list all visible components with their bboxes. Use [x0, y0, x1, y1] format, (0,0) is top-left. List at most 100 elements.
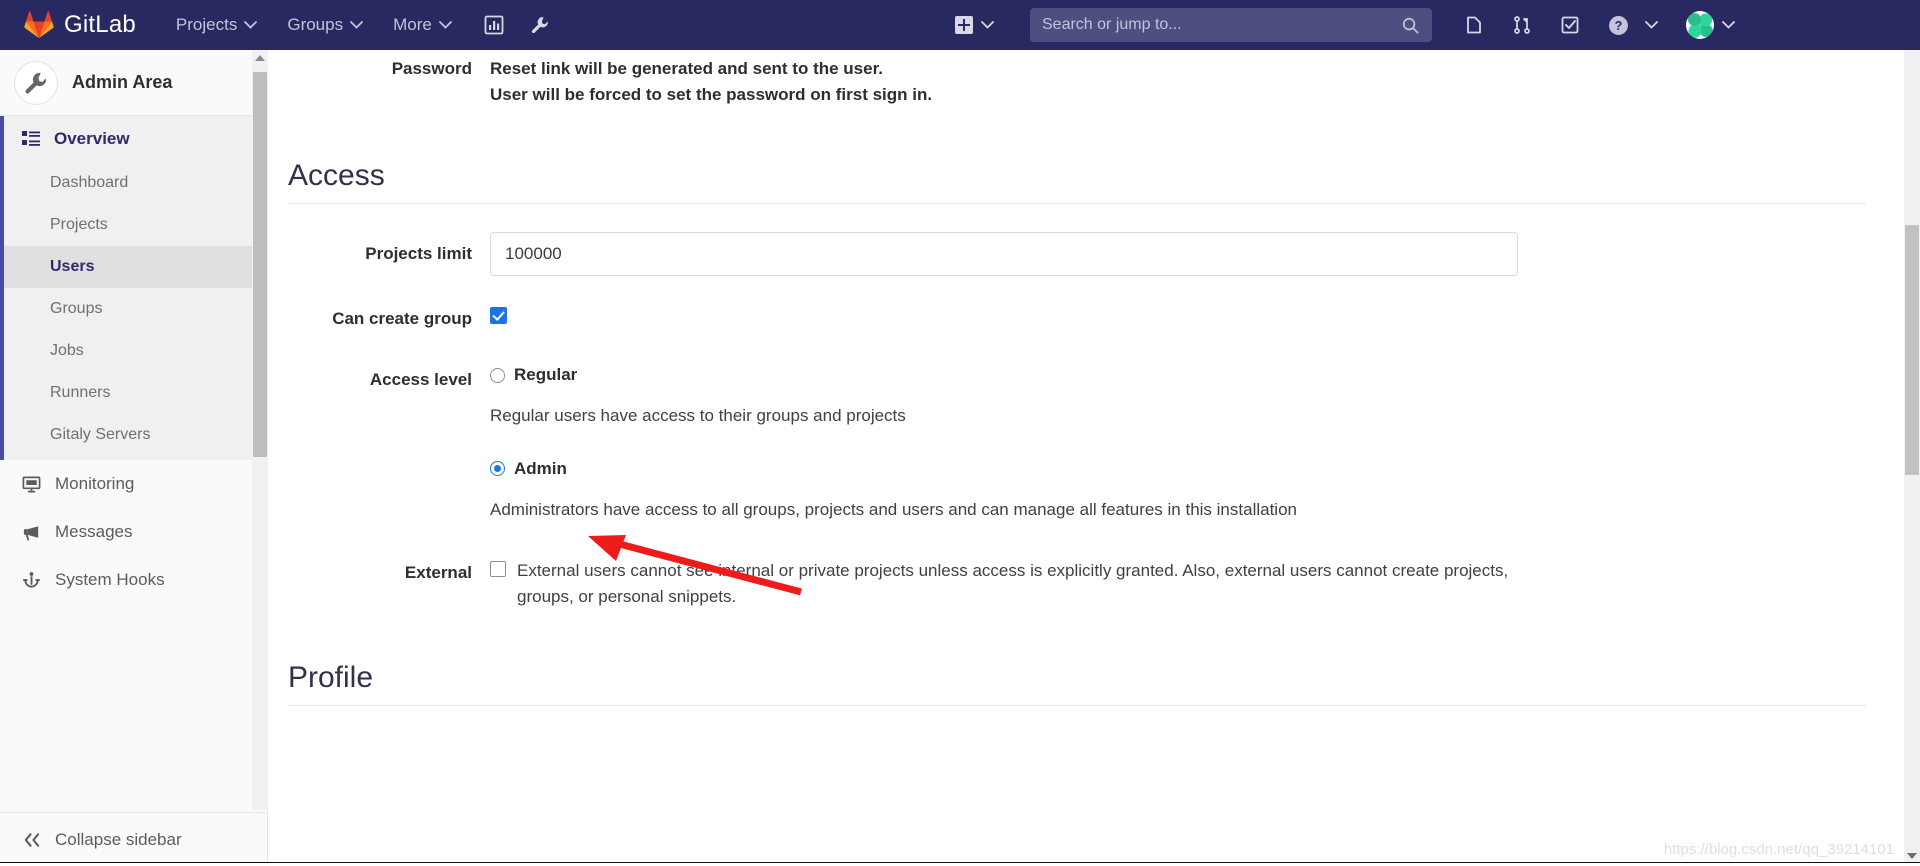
- sidebar-item-messages[interactable]: Messages: [0, 508, 267, 556]
- wrench-icon[interactable]: [530, 15, 550, 35]
- password-row: Password Reset link will be generated an…: [268, 56, 1904, 109]
- sidebar-item-system-hooks-label: System Hooks: [55, 570, 165, 589]
- external-checkbox[interactable]: [490, 561, 506, 578]
- radio-admin[interactable]: [490, 461, 505, 477]
- page-scrollbar[interactable]: [1904, 50, 1920, 866]
- sidebar-item-dashboard[interactable]: Dashboard: [4, 162, 267, 204]
- external-row: External External users cannot see inter…: [268, 558, 1904, 609]
- sidebar-scroll-up-button[interactable]: [252, 50, 268, 66]
- issues-board-icon[interactable]: [1464, 15, 1484, 35]
- navbar-right-area: Search or jump to... ?: [955, 0, 1735, 50]
- can-create-group-checkbox[interactable]: [490, 307, 507, 325]
- gitlab-tanuki-icon: [24, 11, 54, 39]
- user-menu[interactable]: [1686, 11, 1735, 39]
- sidebar-scrollbar-thumb[interactable]: [253, 72, 267, 457]
- top-navbar: GitLab Projects Groups More Search or ju: [0, 0, 1920, 50]
- sidebar-item-users[interactable]: Users: [4, 246, 267, 288]
- window-bottom-edge: [0, 862, 1920, 866]
- password-help-text: Reset link will be generated and sent to…: [490, 56, 1904, 109]
- page-title: Admin Area: [72, 72, 173, 92]
- access-level-row: Access level Regular Regular users have …: [268, 365, 1904, 522]
- sidebar-item-messages-label: Messages: [55, 522, 133, 541]
- password-help-line1: Reset link will be generated and sent to…: [490, 59, 883, 78]
- megaphone-icon: [22, 523, 41, 542]
- sidebar-item-groups[interactable]: Groups: [4, 288, 267, 330]
- nav-link-more[interactable]: More: [393, 15, 452, 35]
- page-scrollbar-thumb[interactable]: [1905, 225, 1919, 475]
- watermark-text: https://blog.csdn.net/qq_39214101: [1663, 841, 1894, 858]
- chevron-down-icon: [1722, 21, 1735, 29]
- access-level-option-regular[interactable]: Regular: [490, 365, 1904, 385]
- access-section: Access: [268, 159, 1904, 204]
- help-dropdown[interactable]: ?: [1608, 15, 1658, 36]
- radio-admin-description: Administrators have access to all groups…: [490, 499, 1297, 519]
- admin-sidebar: Admin Area Overview Dashboard Projects U…: [0, 50, 268, 866]
- radio-regular-label: Regular: [514, 365, 578, 385]
- chevron-down-icon: [244, 21, 258, 29]
- radio-admin-label: Admin: [514, 458, 567, 478]
- double-chevron-left-icon: [22, 832, 41, 848]
- sidebar-item-projects[interactable]: Projects: [4, 204, 267, 246]
- projects-limit-label: Projects limit: [365, 243, 472, 263]
- sidebar-item-jobs[interactable]: Jobs: [4, 330, 267, 372]
- gitlab-logo-link[interactable]: GitLab: [24, 11, 136, 39]
- profile-section: Profile: [268, 661, 1904, 707]
- sidebar-item-runners[interactable]: Runners: [4, 372, 267, 414]
- can-create-group-label: Can create group: [332, 308, 472, 328]
- main-content: Password Reset link will be generated an…: [268, 50, 1904, 866]
- radio-regular-description: Regular users have access to their group…: [490, 406, 906, 426]
- projects-limit-input[interactable]: [490, 231, 1518, 276]
- nav-link-projects[interactable]: Projects: [175, 15, 258, 35]
- sidebar-overview-section: Overview Dashboard Projects Users Groups…: [0, 116, 267, 460]
- nav-link-more-label: More: [393, 15, 432, 34]
- triangle-up-icon: [255, 55, 265, 61]
- profile-heading: Profile: [288, 661, 1866, 707]
- access-heading: Access: [288, 159, 1866, 204]
- password-help-line2: User will be forced to set the password …: [490, 85, 933, 105]
- hook-icon: [22, 571, 41, 590]
- sidebar-item-overview-label: Overview: [54, 129, 130, 148]
- navbar-action-icons: ?: [1464, 11, 1735, 39]
- todos-icon[interactable]: [1560, 15, 1580, 35]
- chevron-down-icon: [1645, 21, 1658, 29]
- svg-text:?: ?: [1615, 19, 1623, 33]
- wrench-icon: [14, 60, 58, 105]
- external-description: External users cannot see internal or pr…: [517, 561, 1509, 606]
- sidebar-header[interactable]: Admin Area: [0, 50, 267, 116]
- sidebar-item-monitoring-label: Monitoring: [55, 474, 135, 493]
- analytics-chart-icon[interactable]: [484, 15, 504, 35]
- navbar-links: Projects Groups More: [176, 15, 452, 35]
- chevron-down-icon: [438, 21, 452, 29]
- chevron-down-icon: [981, 21, 994, 29]
- nav-link-projects-label: Projects: [175, 15, 238, 34]
- nav-link-groups-label: Groups: [287, 15, 344, 34]
- external-label: External: [404, 563, 472, 583]
- plus-square-icon: [955, 16, 973, 34]
- access-level-label: Access level: [369, 370, 472, 390]
- collapse-sidebar-button[interactable]: Collapse sidebar: [0, 812, 267, 866]
- sidebar-scrollbar[interactable]: [252, 50, 268, 810]
- nav-link-groups[interactable]: Groups: [287, 15, 363, 35]
- sidebar-item-monitoring[interactable]: Monitoring: [0, 460, 267, 508]
- access-level-option-admin[interactable]: Admin: [490, 459, 1904, 479]
- projects-limit-row: Projects limit: [268, 231, 1904, 276]
- navbar-left-icons: [484, 15, 550, 35]
- chevron-down-icon: [350, 21, 363, 29]
- gitlab-brand-text: GitLab: [64, 11, 136, 38]
- triangle-down-icon: [1907, 853, 1917, 859]
- can-create-group-row: Can create group: [268, 306, 1904, 332]
- sidebar-item-gitaly-servers[interactable]: Gitaly Servers: [4, 414, 267, 456]
- radio-regular[interactable]: [490, 367, 505, 383]
- avatar: [1686, 11, 1714, 39]
- search-input[interactable]: Search or jump to...: [1030, 8, 1432, 42]
- overview-list-icon: [22, 130, 40, 148]
- monitor-icon: [22, 475, 41, 494]
- search-placeholder: Search or jump to...: [1042, 16, 1182, 33]
- merge-requests-icon[interactable]: [1512, 15, 1532, 35]
- new-item-dropdown[interactable]: [955, 16, 994, 34]
- help-icon: ?: [1609, 15, 1628, 35]
- sidebar-item-overview[interactable]: Overview: [4, 116, 267, 162]
- search-icon: [1402, 17, 1419, 33]
- password-label: Password: [391, 59, 472, 78]
- sidebar-item-system-hooks[interactable]: System Hooks: [0, 556, 267, 604]
